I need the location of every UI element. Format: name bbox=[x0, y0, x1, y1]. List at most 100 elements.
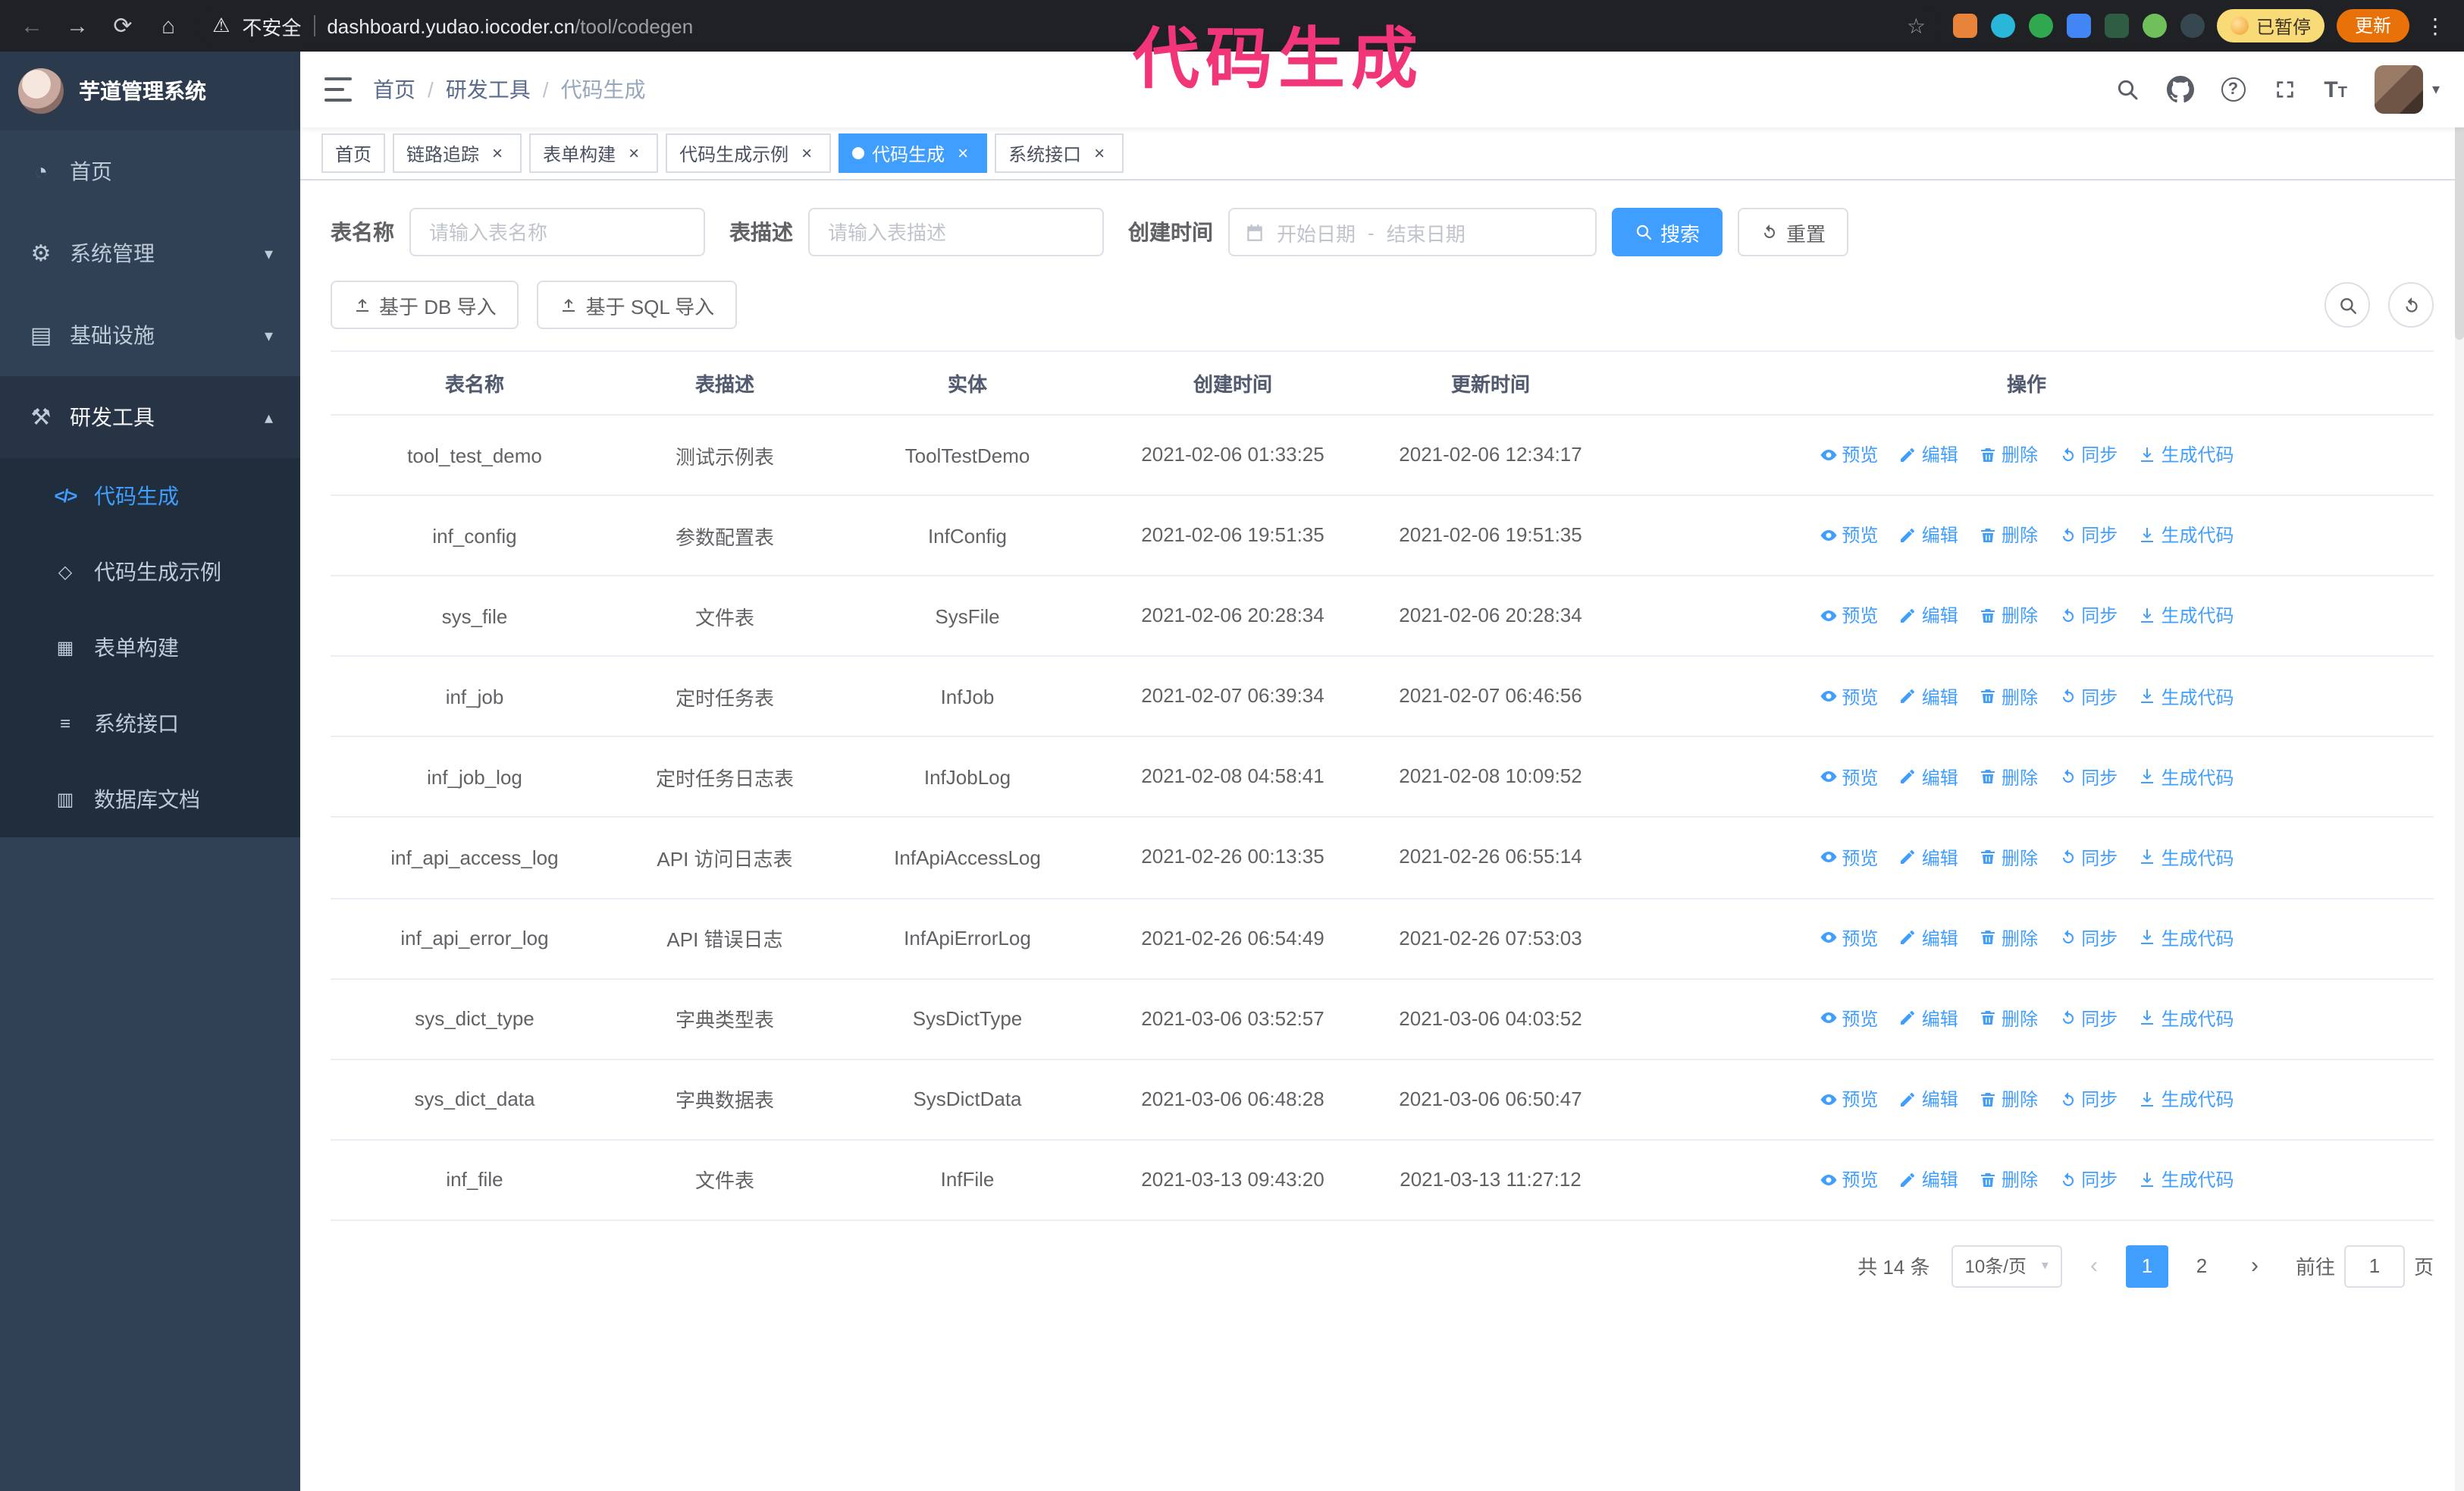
sync-link[interactable]: 同步 bbox=[2058, 1166, 2118, 1192]
date-range-picker[interactable]: 开始日期 - 结束日期 bbox=[1228, 208, 1597, 256]
page-button-2[interactable]: 2 bbox=[2180, 1245, 2223, 1288]
window-scrollbar[interactable] bbox=[2455, 52, 2464, 1491]
security-label[interactable]: 不安全 bbox=[242, 11, 301, 40]
url-text[interactable]: dashboard.yudao.iocoder.cn/tool/codegen bbox=[327, 14, 693, 37]
edit-link[interactable]: 编辑 bbox=[1899, 925, 1958, 951]
reload-icon[interactable]: ⟳ bbox=[106, 12, 140, 39]
edit-link[interactable]: 编辑 bbox=[1899, 523, 1958, 548]
goto-page-input[interactable] bbox=[2343, 1245, 2405, 1288]
extension-icon[interactable] bbox=[2180, 14, 2205, 38]
generate-code-link[interactable]: 生成代码 bbox=[2139, 845, 2234, 871]
edit-link[interactable]: 编辑 bbox=[1899, 1006, 1958, 1031]
close-icon[interactable]: × bbox=[796, 143, 817, 164]
generate-code-link[interactable]: 生成代码 bbox=[2139, 683, 2234, 709]
extension-icon[interactable] bbox=[2142, 14, 2167, 38]
sidebar-item-code-generation-example[interactable]: ◇ 代码生成示例 bbox=[0, 534, 300, 610]
close-icon[interactable]: × bbox=[1089, 143, 1110, 164]
table-name-input[interactable] bbox=[409, 208, 705, 256]
sidebar-item-infrastructure[interactable]: ▤ 基础设施 ▾ bbox=[0, 294, 300, 376]
fullscreen-icon[interactable] bbox=[2272, 77, 2296, 102]
sync-link[interactable]: 同步 bbox=[2058, 1086, 2118, 1112]
generate-code-link[interactable]: 生成代码 bbox=[2139, 523, 2234, 548]
search-icon[interactable] bbox=[2114, 77, 2139, 102]
refresh-table-button[interactable] bbox=[2388, 282, 2434, 328]
generate-code-link[interactable]: 生成代码 bbox=[2139, 442, 2234, 468]
preview-link[interactable]: 预览 bbox=[1819, 683, 1878, 709]
tag-codegen-example[interactable]: 代码生成示例 × bbox=[666, 133, 832, 173]
preview-link[interactable]: 预览 bbox=[1819, 845, 1878, 871]
delete-link[interactable]: 删除 bbox=[1979, 603, 2038, 629]
edit-link[interactable]: 编辑 bbox=[1899, 1086, 1958, 1112]
sidebar-item-database-doc[interactable]: ▥ 数据库文档 bbox=[0, 761, 300, 837]
delete-link[interactable]: 删除 bbox=[1979, 1166, 2038, 1192]
prev-page-button[interactable]: ‹ bbox=[2074, 1245, 2114, 1288]
import-db-button[interactable]: 基于 DB 导入 bbox=[331, 281, 519, 329]
generate-code-link[interactable]: 生成代码 bbox=[2139, 1166, 2234, 1192]
preview-link[interactable]: 预览 bbox=[1819, 1006, 1878, 1031]
generate-code-link[interactable]: 生成代码 bbox=[2139, 764, 2234, 789]
address-bar[interactable]: ⚠ 不安全 dashboard.yudao.iocoder.cn/tool/co… bbox=[197, 6, 1941, 46]
tag-codegen[interactable]: 代码生成 × bbox=[839, 133, 988, 173]
preview-link[interactable]: 预览 bbox=[1819, 1086, 1878, 1112]
edit-link[interactable]: 编辑 bbox=[1899, 442, 1958, 468]
delete-link[interactable]: 删除 bbox=[1979, 442, 2038, 468]
delete-link[interactable]: 删除 bbox=[1979, 764, 2038, 789]
paused-badge[interactable]: 已暂停 bbox=[2216, 9, 2324, 42]
edit-link[interactable]: 编辑 bbox=[1899, 1166, 1958, 1192]
generate-code-link[interactable]: 生成代码 bbox=[2139, 925, 2234, 951]
tag-form-builder[interactable]: 表单构建 × bbox=[529, 133, 659, 173]
delete-link[interactable]: 删除 bbox=[1979, 1086, 2038, 1112]
delete-link[interactable]: 删除 bbox=[1979, 845, 2038, 871]
preview-link[interactable]: 预览 bbox=[1819, 764, 1878, 789]
close-icon[interactable]: × bbox=[623, 143, 644, 164]
edit-link[interactable]: 编辑 bbox=[1899, 845, 1958, 871]
extension-icon[interactable] bbox=[2028, 14, 2053, 38]
sync-link[interactable]: 同步 bbox=[2058, 1006, 2118, 1031]
preview-link[interactable]: 预览 bbox=[1819, 603, 1878, 629]
generate-code-link[interactable]: 生成代码 bbox=[2139, 603, 2234, 629]
import-sql-button[interactable]: 基于 SQL 导入 bbox=[537, 281, 738, 329]
close-icon[interactable]: × bbox=[487, 143, 508, 164]
page-size-select[interactable]: 10条/页 ▾ bbox=[1951, 1245, 2062, 1288]
sidebar-item-system-management[interactable]: ⚙ 系统管理 ▾ bbox=[0, 212, 300, 294]
delete-link[interactable]: 删除 bbox=[1979, 925, 2038, 951]
close-icon[interactable]: × bbox=[952, 143, 973, 164]
avatar[interactable] bbox=[2374, 65, 2423, 114]
tag-tracing[interactable]: 链路追踪 × bbox=[393, 133, 522, 173]
delete-link[interactable]: 删除 bbox=[1979, 523, 2038, 548]
sync-link[interactable]: 同步 bbox=[2058, 845, 2118, 871]
sync-link[interactable]: 同步 bbox=[2058, 683, 2118, 709]
tag-home[interactable]: 首页 bbox=[321, 133, 386, 173]
font-size-icon[interactable]: TT bbox=[2324, 77, 2347, 102]
user-menu[interactable]: ▾ bbox=[2374, 65, 2440, 114]
toggle-search-button[interactable] bbox=[2324, 282, 2370, 328]
preview-link[interactable]: 预览 bbox=[1819, 925, 1878, 951]
sidebar-item-system-api[interactable]: ≡ 系统接口 bbox=[0, 686, 300, 761]
date-start-placeholder[interactable]: 开始日期 bbox=[1277, 218, 1356, 246]
table-desc-input[interactable] bbox=[808, 208, 1104, 256]
update-button[interactable]: 更新 bbox=[2336, 9, 2409, 42]
sync-link[interactable]: 同步 bbox=[2058, 603, 2118, 629]
sync-link[interactable]: 同步 bbox=[2058, 442, 2118, 468]
extension-icon[interactable] bbox=[2104, 14, 2129, 38]
tag-system-api[interactable]: 系统接口 × bbox=[995, 133, 1124, 173]
kebab-menu-icon[interactable]: ⋮ bbox=[2422, 13, 2449, 39]
breadcrumb-dev-tools[interactable]: 研发工具 bbox=[446, 74, 531, 105]
sidebar-item-form-builder[interactable]: ▦ 表单构建 bbox=[0, 610, 300, 686]
extension-icon[interactable] bbox=[2066, 14, 2091, 38]
date-end-placeholder[interactable]: 结束日期 bbox=[1387, 218, 1466, 246]
generate-code-link[interactable]: 生成代码 bbox=[2139, 1086, 2234, 1112]
generate-code-link[interactable]: 生成代码 bbox=[2139, 1006, 2234, 1031]
hamburger-icon[interactable] bbox=[324, 77, 352, 102]
sync-link[interactable]: 同步 bbox=[2058, 764, 2118, 789]
reset-button[interactable]: 重置 bbox=[1738, 208, 1849, 256]
preview-link[interactable]: 预览 bbox=[1819, 442, 1878, 468]
delete-link[interactable]: 删除 bbox=[1979, 683, 2038, 709]
back-icon[interactable]: ← bbox=[15, 13, 49, 39]
edit-link[interactable]: 编辑 bbox=[1899, 683, 1958, 709]
sync-link[interactable]: 同步 bbox=[2058, 523, 2118, 548]
sidebar-logo-row[interactable]: 芋道管理系统 bbox=[0, 52, 300, 130]
preview-link[interactable]: 预览 bbox=[1819, 523, 1878, 548]
bookmark-star-icon[interactable]: ☆ bbox=[1907, 13, 1926, 39]
help-icon[interactable]: ? bbox=[2221, 77, 2246, 102]
